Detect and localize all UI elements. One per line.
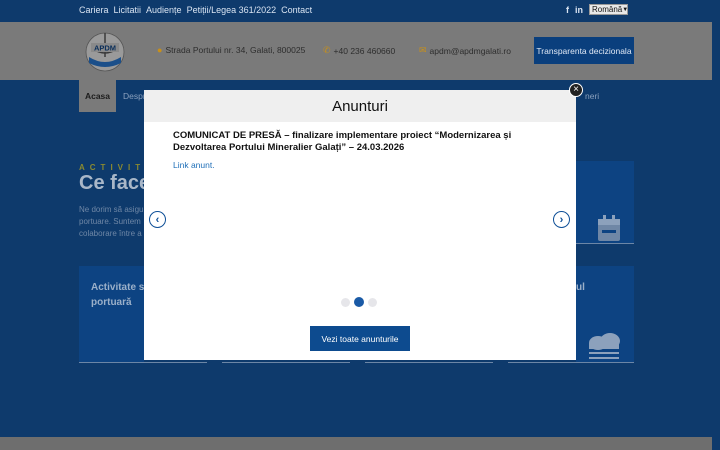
announcement-title[interactable]: COMUNICAT DE PRESĂ – finalizare implemen… bbox=[173, 130, 553, 154]
announcement-link[interactable]: Link anunt. bbox=[173, 160, 215, 170]
carousel-dot-active[interactable] bbox=[354, 297, 364, 307]
carousel-dots bbox=[341, 297, 377, 307]
modal-header: Anunturi bbox=[144, 90, 576, 122]
chevron-left-icon[interactable]: ‹ bbox=[149, 211, 166, 228]
chevron-right-icon[interactable]: › bbox=[553, 211, 570, 228]
modal-title: Anunturi bbox=[332, 97, 388, 115]
carousel-dot[interactable] bbox=[341, 297, 350, 307]
carousel-dot[interactable] bbox=[368, 297, 377, 307]
view-all-announcements-button[interactable]: Vezi toate anunturile bbox=[310, 326, 410, 351]
scrollbar[interactable] bbox=[712, 0, 720, 450]
close-icon[interactable]: × bbox=[569, 83, 583, 97]
